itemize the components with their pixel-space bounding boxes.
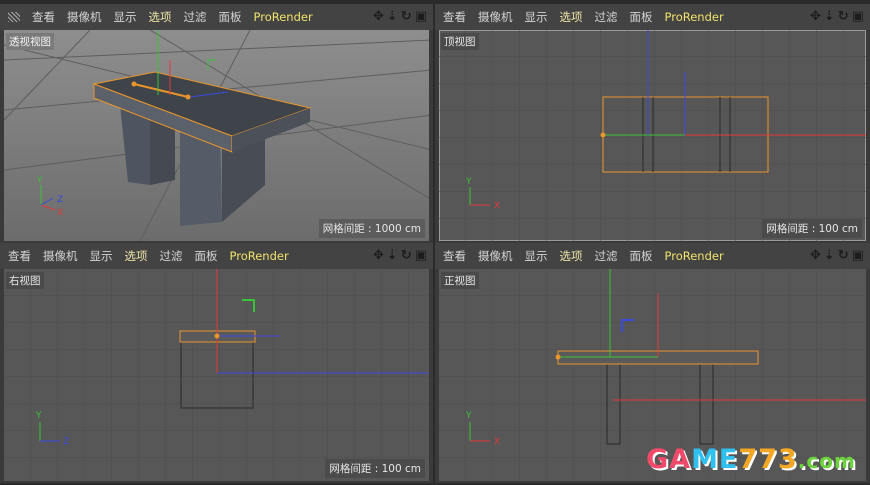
menu-filter[interactable]: 过滤 <box>595 9 618 25</box>
menu-prorender[interactable]: ProRender <box>254 10 313 24</box>
toggle-layout-icon[interactable]: ▣ <box>415 9 427 24</box>
right-scene: Y Z <box>4 269 429 481</box>
svg-text:Y: Y <box>465 177 472 187</box>
viewport-name[interactable]: 正视图 <box>441 272 479 289</box>
menu-display[interactable]: 显示 <box>90 248 113 264</box>
menu-options[interactable]: 选项 <box>125 248 148 264</box>
grid-spacing: 网格间距 : 100 cm <box>325 459 425 478</box>
svg-text:Z: Z <box>63 437 69 447</box>
menu-prorender[interactable]: ProRender <box>665 10 724 24</box>
viewport-panel-top: 查看 摄像机 显示 选项 过滤 面板 ProRender ✥⇣↻▣ Y X <box>435 4 870 243</box>
zoom-view-icon[interactable]: ⇣ <box>824 9 835 24</box>
zoom-view-icon[interactable]: ⇣ <box>824 248 835 263</box>
menu-prorender[interactable]: ProRender <box>665 249 724 263</box>
menu-options[interactable]: 选项 <box>560 248 583 264</box>
rotate-view-icon[interactable]: ↻ <box>401 9 412 24</box>
menu-camera[interactable]: 摄像机 <box>67 9 102 25</box>
viewport-name[interactable]: 透视视图 <box>6 33 54 50</box>
menu-panel[interactable]: 面板 <box>630 9 653 25</box>
svg-text:X: X <box>57 208 63 218</box>
viewport-menu-bar: 查看 摄像机 显示 选项 过滤 面板 ProRender ✥ ⇣ ↻ ▣ <box>0 243 433 269</box>
toggle-layout-icon[interactable]: ▣ <box>415 248 427 263</box>
menu-filter[interactable]: 过滤 <box>595 248 618 264</box>
menu-prorender[interactable]: ProRender <box>230 249 289 263</box>
move-view-icon[interactable]: ✥ <box>373 9 384 24</box>
svg-text:Y: Y <box>36 176 43 186</box>
viewport-name[interactable]: 右视图 <box>6 272 44 289</box>
menu-view[interactable]: 查看 <box>443 248 466 264</box>
viewport-right[interactable]: Y Z 右视图 网格间距 : 100 cm <box>4 269 429 481</box>
menu-options[interactable]: 选项 <box>560 9 583 25</box>
menu-display[interactable]: 显示 <box>114 9 137 25</box>
menu-view[interactable]: 查看 <box>443 9 466 25</box>
move-view-icon[interactable]: ✥ <box>810 248 821 263</box>
rotate-view-icon[interactable]: ↻ <box>838 9 849 24</box>
svg-text:X: X <box>494 437 500 447</box>
zoom-view-icon[interactable]: ⇣ <box>387 9 398 24</box>
menu-filter[interactable]: 过滤 <box>160 248 183 264</box>
viewport-menu-bar: 查看 摄像机 显示 选项 过滤 面板 ProRender ✥ ⇣ ↻ ▣ <box>435 4 870 30</box>
menu-panel[interactable]: 面板 <box>219 9 242 25</box>
viewport-panel-right: 查看 摄像机 显示 选项 过滤 面板 ProRender ✥⇣↻▣ Y Z <box>0 243 433 483</box>
viewport-menu-bar: 查看 摄像机 显示 选项 过滤 面板 ProRender ✥ ⇣ ↻ ▣ <box>0 4 433 30</box>
grid-spacing: 网格间距 : 1000 cm <box>318 219 425 238</box>
svg-text:Y: Y <box>35 411 42 421</box>
move-view-icon[interactable]: ✥ <box>373 248 384 263</box>
menu-view[interactable]: 查看 <box>8 248 31 264</box>
viewport-panel-perspective: 查看 摄像机 显示 选项 过滤 面板 ProRender ✥ ⇣ ↻ ▣ Y Z… <box>0 4 433 243</box>
menu-panel[interactable]: 面板 <box>630 248 653 264</box>
menu-options[interactable]: 选项 <box>149 9 172 25</box>
viewport-perspective[interactable]: Y Z X 透视视图 网格间距 : 1000 cm <box>4 30 429 241</box>
move-view-icon[interactable]: ✥ <box>810 9 821 24</box>
zoom-view-icon[interactable]: ⇣ <box>387 248 398 263</box>
toggle-layout-icon[interactable]: ▣ <box>852 9 864 24</box>
menu-filter[interactable]: 过滤 <box>184 9 207 25</box>
menu-panel[interactable]: 面板 <box>195 248 218 264</box>
menu-display[interactable]: 显示 <box>525 9 548 25</box>
menu-display[interactable]: 显示 <box>525 248 548 264</box>
svg-text:Y: Y <box>465 411 472 421</box>
grid-spacing: 网格间距 : 100 cm <box>762 219 862 238</box>
rotate-view-icon[interactable]: ↻ <box>838 248 849 263</box>
menu-camera[interactable]: 摄像机 <box>43 248 78 264</box>
menu-camera[interactable]: 摄像机 <box>478 9 513 25</box>
svg-text:Z: Z <box>57 195 63 205</box>
top-scene: Y X <box>439 30 866 241</box>
drag-handle-icon[interactable] <box>8 12 20 22</box>
perspective-scene: Y Z X <box>4 30 429 241</box>
rotate-view-icon[interactable]: ↻ <box>401 248 412 263</box>
viewport-top[interactable]: Y X 顶视图 网格间距 : 100 cm <box>439 30 866 241</box>
svg-text:X: X <box>494 201 500 211</box>
watermark-logo: GAME773.com <box>646 444 856 475</box>
menu-view[interactable]: 查看 <box>32 9 55 25</box>
menu-camera[interactable]: 摄像机 <box>478 248 513 264</box>
viewport-menu-bar: 查看 摄像机 显示 选项 过滤 面板 ProRender ✥ ⇣ ↻ ▣ <box>435 243 870 269</box>
viewport-name[interactable]: 顶视图 <box>441 33 479 50</box>
toggle-layout-icon[interactable]: ▣ <box>852 248 864 263</box>
